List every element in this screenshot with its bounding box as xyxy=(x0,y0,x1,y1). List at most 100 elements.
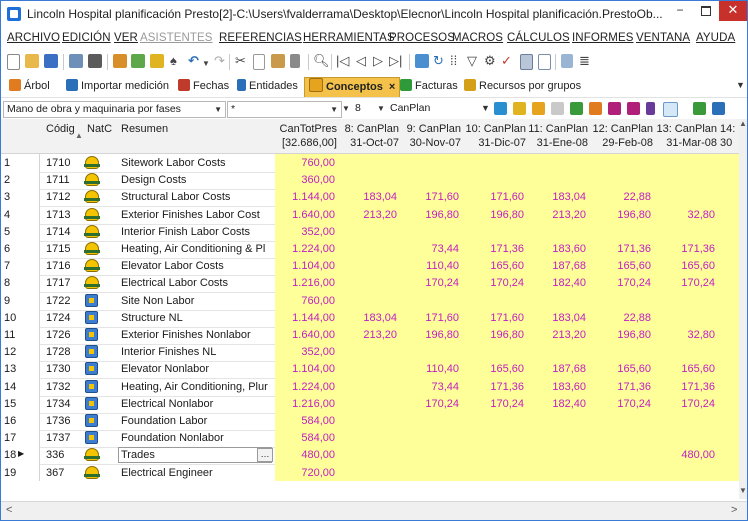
column-header-period-8[interactable]: 8: CanPlan 31-Oct-07 xyxy=(339,122,399,150)
column-header-period-12[interactable]: 12: CanPlan 29-Feb-08 xyxy=(590,122,653,150)
canplan-cell[interactable]: 165,60 xyxy=(590,363,651,375)
euro-icon[interactable] xyxy=(646,102,655,115)
cantotpres-cell[interactable]: 760,00 xyxy=(275,157,335,169)
equipment-icon[interactable] xyxy=(85,310,98,324)
settings-icon[interactable]: ⚙ xyxy=(484,53,496,69)
mask-select[interactable]: * ▼ xyxy=(227,101,342,118)
canplan-cell[interactable]: 32,80 xyxy=(654,329,715,341)
summary-cell[interactable]: Structure NL xyxy=(121,312,275,324)
summary-cell[interactable]: Heating, Air Conditioning & Pl xyxy=(121,243,275,255)
canplan-cell[interactable]: 196,80 xyxy=(461,329,524,341)
summary-cell[interactable]: Electrical Nonlabor xyxy=(121,398,275,410)
minimize-button[interactable]: − xyxy=(667,1,693,21)
row-number[interactable]: 1 xyxy=(1,154,40,172)
code-cell[interactable]: 1716 xyxy=(46,260,70,272)
menu-ventana[interactable]: VENTANA xyxy=(636,32,690,44)
row-number[interactable]: 16 xyxy=(1,412,40,430)
canplan-cell[interactable]: 170,24 xyxy=(654,398,715,410)
text-format-icon[interactable]: ⁞⁞ xyxy=(450,53,457,69)
row-number[interactable]: 17 xyxy=(1,429,40,448)
screen-icon[interactable] xyxy=(663,102,678,117)
canplan-cell[interactable]: 170,24 xyxy=(461,277,524,289)
canplan-cell[interactable]: 22,88 xyxy=(590,312,651,324)
code-cell[interactable]: 1717 xyxy=(46,277,70,289)
code-cell[interactable]: 1715 xyxy=(46,243,70,255)
summary-cell[interactable]: Design Costs xyxy=(121,174,275,186)
summary-cell[interactable]: Exterior Finishes Labor Cost xyxy=(121,209,275,221)
canplan-cell[interactable]: 171,36 xyxy=(590,381,651,393)
canplan-cell[interactable]: 183,04 xyxy=(526,191,586,203)
cantotpres-cell[interactable]: 352,00 xyxy=(275,226,335,238)
row-number[interactable]: 12 xyxy=(1,343,40,362)
table-row[interactable]: 5 1714 Interior Finish Labor Costs 352,00 xyxy=(1,222,739,242)
menu-referencias[interactable]: REFERENCIAS xyxy=(219,32,302,44)
tab-importar-medicion[interactable]: Importar medición xyxy=(66,78,169,95)
code-cell[interactable]: 1726 xyxy=(46,329,70,341)
code-cell[interactable]: 1714 xyxy=(46,226,70,238)
table-row[interactable]: 10 1724 Structure NL 1.144,00 183,04 171,60 17… xyxy=(1,308,739,328)
column-header-cantotpres[interactable]: CanTotPres [32.686,00] xyxy=(275,122,337,150)
canplan-cell[interactable]: 171,36 xyxy=(590,243,651,255)
table-row[interactable]: 12 1728 Interior Finishes NL 352,00 xyxy=(1,343,739,363)
menu-asistentes[interactable]: ASISTENTES xyxy=(140,32,213,44)
code-cell[interactable]: 1722 xyxy=(46,295,70,307)
tab-facturas[interactable]: Facturas xyxy=(400,78,458,95)
code-cell[interactable]: 1728 xyxy=(46,346,70,358)
code-cell[interactable]: 1713 xyxy=(46,209,70,221)
cantotpres-cell[interactable]: 1.640,00 xyxy=(275,209,335,221)
worker-helmet-icon[interactable] xyxy=(84,242,100,255)
menu-herramientas[interactable]: HERRAMIENTAS xyxy=(303,32,395,44)
cantotpres-cell[interactable]: 1.216,00 xyxy=(275,277,335,289)
summary-edit-field[interactable]: Trades xyxy=(118,447,272,464)
canplan-cell[interactable]: 110,40 xyxy=(401,260,459,272)
summary-cell[interactable]: Foundation Nonlabor xyxy=(121,432,275,444)
canplan-cell[interactable]: 170,24 xyxy=(401,277,459,289)
canplan-cell[interactable]: 165,60 xyxy=(654,363,715,375)
canplan-cell[interactable]: 182,40 xyxy=(526,398,586,410)
table-row[interactable]: 7 1716 Elevator Labor Costs 1.104,00 110,40 1… xyxy=(1,257,739,277)
canplan-cell[interactable]: 73,44 xyxy=(401,381,459,393)
table-row[interactable]: 17 1737 Foundation Nonlabor 584,00 xyxy=(1,429,739,449)
cantotpres-cell[interactable]: 360,00 xyxy=(275,174,335,186)
tab-recursos-por-grupos[interactable]: Recursos por grupos xyxy=(464,78,581,95)
vertical-scrollbar[interactable]: ▲ ▼ xyxy=(739,119,747,499)
chevron-down-icon[interactable]: ▼ xyxy=(481,103,494,116)
tab-conceptos[interactable]: Conceptos × xyxy=(304,77,401,97)
last-record-icon[interactable]: ▷| xyxy=(389,53,402,69)
canplan-cell[interactable]: 183,04 xyxy=(526,312,586,324)
window-icon[interactable] xyxy=(561,54,573,68)
columns-icon[interactable] xyxy=(712,102,725,115)
canplan-cell[interactable]: 480,00 xyxy=(654,449,715,461)
menu-archivo[interactable]: ARCHIVO xyxy=(7,32,60,44)
summary-cell[interactable]: Elevator Labor Costs xyxy=(121,260,275,272)
canplan-cell[interactable]: 183,60 xyxy=(526,243,586,255)
worker-helmet-icon[interactable] xyxy=(84,448,100,462)
scroll-right-icon[interactable]: > xyxy=(731,504,737,516)
hierarchy-icon[interactable] xyxy=(570,102,583,115)
ellipsis-button[interactable]: … xyxy=(257,448,273,463)
row-number[interactable]: 5 xyxy=(1,222,40,241)
column-header-codigo[interactable]: Códig xyxy=(46,122,75,136)
row-number[interactable]: 9 xyxy=(1,291,40,310)
canplan-cell[interactable]: 187,68 xyxy=(526,363,586,375)
canplan-cell[interactable]: 170,24 xyxy=(461,398,524,410)
canplan-cell[interactable]: 165,60 xyxy=(590,260,651,272)
column-header-period-14[interactable]: 14: 30 xyxy=(720,122,738,150)
summary-cell[interactable]: Foundation Labor xyxy=(121,415,275,427)
table-icon[interactable] xyxy=(627,102,640,115)
redo-icon[interactable]: ↷ xyxy=(214,53,225,69)
worker-helmet-icon[interactable] xyxy=(84,276,100,290)
cantotpres-cell[interactable]: 1.216,00 xyxy=(275,398,335,410)
summary-cell[interactable]: Site Non Labor xyxy=(121,295,275,307)
table-row[interactable]: 16 1736 Foundation Labor 584,00 xyxy=(1,412,739,431)
cantotpres-cell[interactable]: 1.144,00 xyxy=(275,312,335,324)
canplan-cell[interactable]: 213,20 xyxy=(526,209,586,221)
canplan-cell[interactable]: 213,20 xyxy=(339,209,397,221)
canplan-cell[interactable]: 32,80 xyxy=(654,209,715,221)
menu-macros[interactable]: MACROS xyxy=(452,32,503,44)
worker-helmet-icon[interactable] xyxy=(84,465,100,479)
canplan-cell[interactable]: 171,60 xyxy=(461,312,524,324)
equipment-icon[interactable] xyxy=(85,414,98,427)
canplan-cell[interactable]: 171,36 xyxy=(461,381,524,393)
table-row[interactable]: 13 1730 Elevator Nonlabor 1.104,00 110,40 165… xyxy=(1,360,739,380)
